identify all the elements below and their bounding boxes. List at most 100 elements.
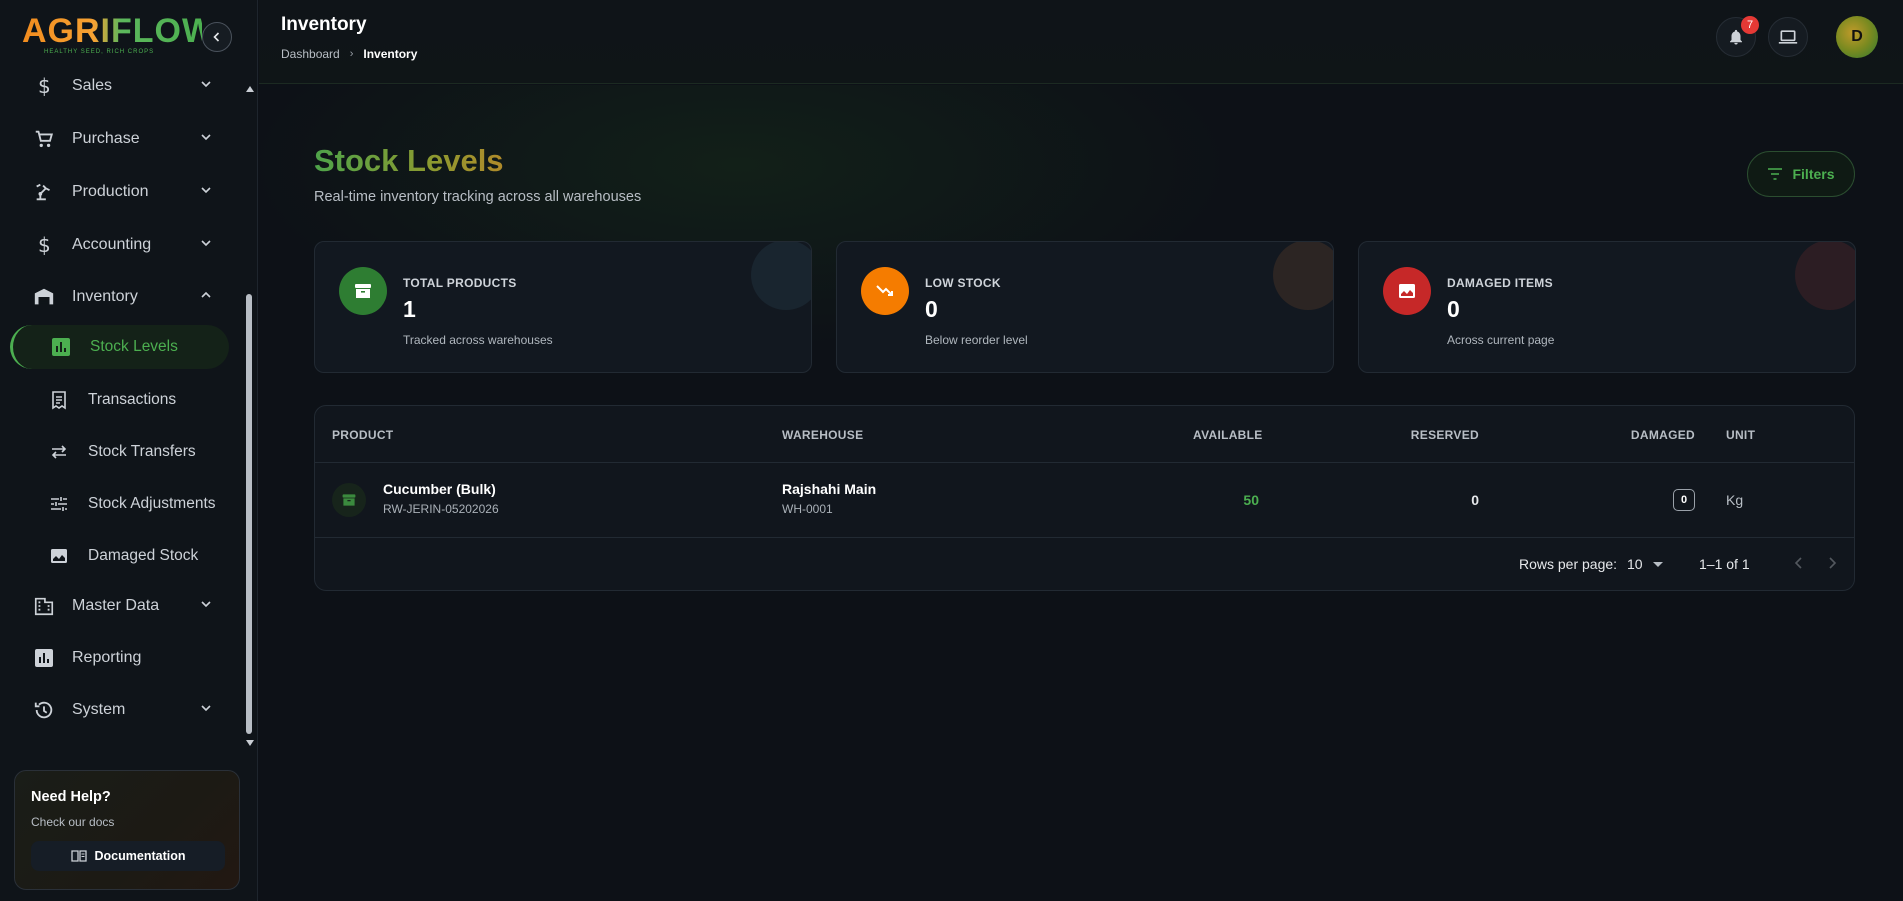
column-header-damaged[interactable]: DAMAGED (1625, 428, 1695, 442)
filters-button[interactable]: Filters (1747, 151, 1855, 197)
rows-per-page-label: Rows per page: (1519, 556, 1618, 572)
dollar-icon: $ (32, 74, 56, 98)
product-name: Cucumber (Bulk) (383, 481, 496, 497)
breadcrumb-dashboard[interactable]: Dashboard (281, 47, 340, 61)
sidebar-item-accounting[interactable]: $ Accounting (32, 225, 212, 265)
next-page-button[interactable] (1819, 550, 1845, 576)
table-header-row: PRODUCT WAREHOUSE AVAILABLE RESERVED DAM… (315, 406, 1854, 463)
chevron-left-icon (1794, 557, 1802, 569)
chevron-down-icon (201, 705, 211, 712)
chevron-down-icon (201, 601, 211, 608)
sidebar-item-label: System (72, 701, 126, 718)
chart-icon (32, 646, 56, 670)
stat-card-total-products: TOTAL PRODUCTS 1 Tracked across warehous… (314, 241, 812, 373)
available-qty: 50 (1243, 492, 1259, 508)
column-header-unit[interactable]: UNIT (1726, 428, 1755, 442)
stat-card-damaged-items: DAMAGED ITEMS 0 Across current page (1358, 241, 1856, 373)
header-title: Inventory (281, 14, 367, 35)
scroll-up-arrow[interactable] (246, 86, 254, 92)
filter-icon (1767, 168, 1783, 180)
sidebar-item-label: Production (72, 183, 149, 200)
sidebar-item-purchase[interactable]: Purchase (32, 119, 212, 159)
column-header-reserved[interactable]: RESERVED (1409, 428, 1479, 442)
sidebar-subitem-stock-levels[interactable]: Stock Levels (10, 325, 229, 369)
sidebar-scrollbar[interactable] (244, 86, 254, 746)
broken-image-icon (48, 545, 70, 567)
filters-label: Filters (1792, 166, 1835, 182)
logo-text: AGRIFLOW (22, 12, 216, 50)
chevron-down-icon (201, 134, 211, 141)
collapse-sidebar-button[interactable] (202, 22, 232, 52)
card-decoration (751, 242, 811, 310)
chevron-right-icon: › (349, 48, 354, 60)
scroll-thumb[interactable] (246, 294, 252, 734)
sidebar-item-label: Master Data (72, 597, 160, 614)
receipt-icon (48, 389, 70, 411)
pagination-range: 1–1 of 1 (1699, 556, 1750, 572)
stat-description: Across current page (1447, 333, 1555, 347)
svg-text:$: $ (38, 75, 51, 97)
caret-down-icon (1652, 561, 1663, 567)
unit: Kg (1726, 492, 1744, 508)
documentation-label: Documentation (94, 849, 186, 863)
stat-value: 0 (925, 296, 938, 322)
help-subtitle: Check our docs (31, 815, 115, 829)
help-title: Need Help? (31, 789, 111, 805)
bar-chart-icon (50, 336, 72, 358)
product-archive-icon (332, 483, 366, 517)
scroll-down-arrow[interactable] (246, 740, 254, 746)
stat-description: Tracked across warehouses (403, 333, 553, 347)
sidebar-subitem-stock-transfers[interactable]: Stock Transfers (10, 430, 230, 474)
chevron-down-icon (201, 187, 211, 194)
archive-icon (339, 267, 387, 315)
documentation-button[interactable]: Documentation (31, 841, 225, 871)
chevron-up-icon (201, 291, 211, 298)
previous-page-button[interactable] (1786, 550, 1812, 576)
sidebar-item-reporting[interactable]: Reporting (32, 638, 212, 678)
card-decoration (1795, 242, 1855, 310)
chevron-left-icon (213, 32, 220, 42)
sidebar-item-system[interactable]: System (32, 690, 212, 730)
chevron-down-icon (201, 81, 211, 88)
table-pagination: Rows per page: 10 1–1 of 1 (315, 538, 1854, 590)
display-mode-button[interactable] (1768, 17, 1808, 57)
column-header-available[interactable]: AVAILABLE (1193, 428, 1262, 442)
stat-description: Below reorder level (925, 333, 1028, 347)
sidebar-item-label: Accounting (72, 236, 152, 253)
reserved-qty: 0 (1471, 492, 1479, 508)
sidebar-subitem-label: Stock Transfers (88, 443, 196, 460)
chevron-down-icon (201, 240, 211, 247)
warehouse-code: WH-0001 (782, 502, 833, 516)
sidebar-subitem-damaged-stock[interactable]: Damaged Stock (10, 534, 230, 578)
sidebar-item-production[interactable]: Production (32, 172, 212, 212)
user-avatar[interactable]: D (1836, 16, 1878, 58)
sidebar-subitem-label: Damaged Stock (88, 547, 199, 564)
sidebar-item-label: Inventory (72, 288, 138, 305)
stat-value: 1 (403, 296, 416, 322)
product-sku: RW-JERIN-05202026 (383, 502, 499, 516)
history-icon (32, 698, 56, 722)
agriflow-logo[interactable]: AGRIFLOW HEALTHY SEED, RICH CROPS (22, 12, 216, 60)
sidebar-subitem-stock-adjustments[interactable]: Stock Adjustments (10, 482, 230, 526)
svg-text:$: $ (38, 234, 51, 256)
rows-per-page-value: 10 (1627, 556, 1643, 572)
sidebar-item-master-data[interactable]: Master Data (32, 586, 212, 626)
stat-label: TOTAL PRODUCTS (403, 276, 517, 290)
sidebar-item-label: Sales (72, 77, 113, 94)
column-header-warehouse[interactable]: WAREHOUSE (782, 428, 863, 442)
rows-per-page-select[interactable]: 10 (1627, 556, 1663, 572)
breadcrumb: Dashboard › Inventory (281, 47, 417, 61)
column-header-product[interactable]: PRODUCT (332, 428, 393, 442)
table-row[interactable]: Cucumber (Bulk) RW-JERIN-05202026 Rajsha… (315, 463, 1854, 538)
transfer-icon (48, 441, 70, 463)
top-header: Inventory Dashboard › Inventory 7 D (259, 0, 1903, 84)
sidebar-subitem-label: Transactions (88, 391, 177, 408)
help-card: Need Help? Check our docs Documentation (14, 770, 240, 890)
stat-value: 0 (1447, 296, 1460, 322)
sidebar-subitem-transactions[interactable]: Transactions (10, 378, 230, 422)
notifications-button[interactable]: 7 (1716, 16, 1759, 57)
sidebar-item-sales[interactable]: $ Sales (32, 66, 212, 106)
book-icon (70, 850, 87, 862)
sidebar-item-inventory[interactable]: Inventory (32, 277, 212, 317)
sidebar-subitem-label: Stock Adjustments (88, 495, 216, 512)
